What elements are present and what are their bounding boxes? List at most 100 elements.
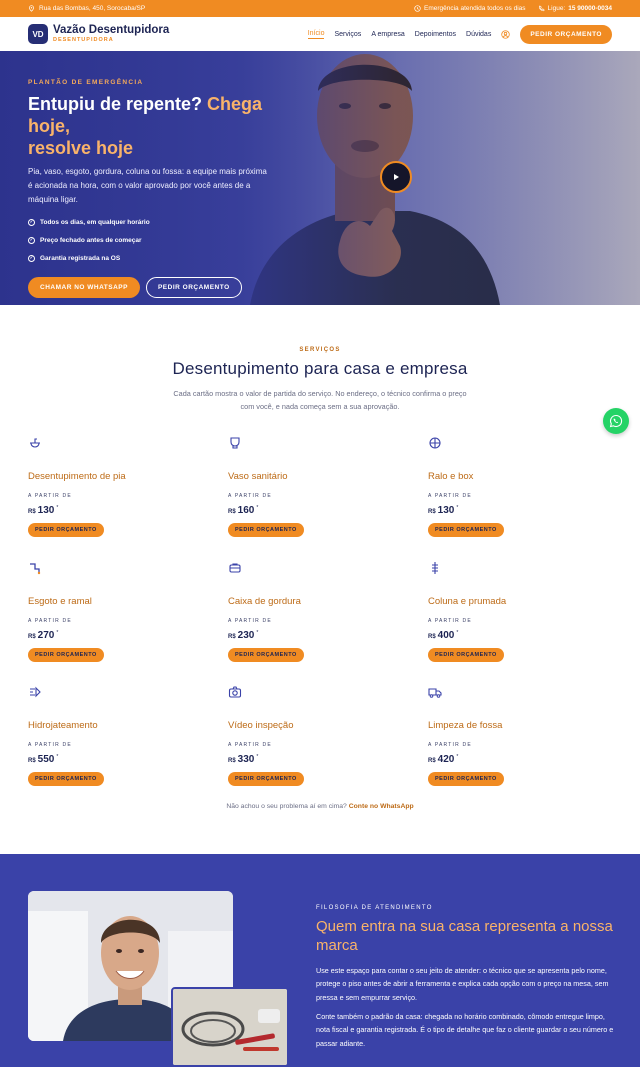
- check-circle-icon: ✓: [28, 254, 35, 262]
- price-note-mark: *: [256, 505, 259, 511]
- whatsapp-float-button[interactable]: [603, 408, 629, 434]
- emergency-info: Emergência atendida todos os dias: [414, 5, 526, 12]
- box-icon: [229, 563, 241, 573]
- play-video-button[interactable]: [380, 161, 412, 193]
- from-label: A PARTIR DE: [428, 742, 472, 748]
- whatsapp-link[interactable]: Conte no WhatsApp: [349, 803, 414, 810]
- clock-icon: [414, 5, 421, 12]
- call-label: Ligue:: [547, 5, 566, 12]
- nav-servicos[interactable]: Serviços: [334, 31, 361, 38]
- services-title: Desentupimento para casa e empresa: [172, 359, 468, 378]
- hero-quote-button[interactable]: PEDIR ORÇAMENTO: [145, 277, 242, 298]
- service-quote-button[interactable]: PEDIR ORÇAMENTO: [428, 648, 504, 662]
- brand[interactable]: Vazão Desentupidora DESENTUPIDORA: [53, 24, 170, 43]
- price-value: 550: [37, 754, 55, 765]
- drain-icon: [429, 437, 441, 449]
- hero-title: Entupiu de repente? Chega hoje, resolve …: [28, 93, 268, 159]
- check-item: ✓ Preço fechado antes de começar: [28, 236, 142, 244]
- column-icon: [432, 562, 438, 574]
- from-label: A PARTIR DE: [428, 618, 472, 624]
- hero-content: PLANTÃO DE EMERGÊNCIA Entupiu de repente…: [28, 51, 268, 298]
- check-circle-icon: ✓: [28, 218, 35, 226]
- services-section: SERVIÇOS Desentupimento para casa e empr…: [0, 305, 640, 854]
- currency: R$: [28, 758, 36, 764]
- service-quote-button[interactable]: PEDIR ORÇAMENTO: [428, 523, 504, 537]
- from-label: A PARTIR DE: [428, 493, 472, 499]
- brand-tagline: DESENTUPIDORA: [53, 36, 114, 43]
- service-price: R$ 550 *: [28, 754, 208, 765]
- currency: R$: [28, 509, 36, 515]
- service-quote-button[interactable]: PEDIR ORÇAMENTO: [28, 772, 104, 786]
- price-note-mark: *: [256, 630, 259, 636]
- check-item: ✓ Todos os dias, em qualquer horário: [28, 218, 150, 226]
- phone-number[interactable]: 15 90000-0034: [568, 5, 612, 12]
- nav-depoimentos[interactable]: Depoimentos: [415, 31, 456, 38]
- main-nav: Início Serviços A empresa Depoimentos Dú…: [307, 24, 612, 44]
- service-card: Hidrojateamento A PARTIR DE R$ 550 * PEDIR OR…: [28, 685, 208, 786]
- service-quote-button[interactable]: PEDIR ORÇAMENTO: [428, 772, 504, 786]
- price-note-mark: *: [256, 754, 259, 760]
- whatsapp-button[interactable]: CHAMAR NO WHATSAPP: [28, 277, 140, 298]
- service-title: Hidrojateamento: [28, 720, 98, 731]
- services-footer-text: Não achou o seu problema aí em cima?: [226, 803, 347, 810]
- hero-section: PLANTÃO DE EMERGÊNCIA Entupiu de repente…: [0, 51, 640, 305]
- service-price: R$ 130 *: [28, 505, 208, 516]
- service-card: Vídeo inspeção A PARTIR DE R$ 330 * PEDIR ORÇ…: [228, 685, 408, 786]
- service-title: Vídeo inspeção: [228, 720, 294, 731]
- from-label: A PARTIR DE: [228, 493, 272, 499]
- service-quote-button[interactable]: PEDIR ORÇAMENTO: [228, 772, 304, 786]
- user-icon[interactable]: [501, 29, 511, 39]
- address-text: Rua das Bombas, 450, Sorocaba/SP: [39, 5, 146, 12]
- camera-icon: [228, 686, 242, 698]
- price-note-mark: *: [56, 630, 59, 636]
- nav-a-empresa[interactable]: A empresa: [371, 31, 404, 38]
- price-value: 160: [237, 505, 255, 516]
- service-price: R$ 270 *: [28, 630, 208, 641]
- services-subtitle: Cada cartão mostra o valor de partida do…: [173, 389, 467, 411]
- brand-name: Vazão Desentupidora: [53, 24, 170, 36]
- service-title: Esgoto e ramal: [28, 596, 92, 607]
- service-quote-button[interactable]: PEDIR ORÇAMENTO: [228, 648, 304, 662]
- service-quote-button[interactable]: PEDIR ORÇAMENTO: [28, 648, 104, 662]
- service-quote-button[interactable]: PEDIR ORÇAMENTO: [228, 523, 304, 537]
- price-note-mark: *: [456, 505, 459, 511]
- service-price: R$ 130 *: [428, 505, 608, 516]
- nav-duvidas[interactable]: Dúvidas: [466, 31, 491, 38]
- service-card: Esgoto e ramal A PARTIR DE R$ 270 * PEDIR ORÇ…: [28, 561, 208, 662]
- price-value: 230: [237, 630, 255, 641]
- price-value: 400: [437, 630, 455, 641]
- price-value: 420: [437, 754, 455, 765]
- hero-paragraph: Pia, vaso, esgoto, gordura, coluna ou fo…: [28, 167, 267, 204]
- logo[interactable]: VD: [28, 24, 48, 44]
- service-price: R$ 330 *: [228, 754, 408, 765]
- from-label: A PARTIR DE: [28, 493, 72, 499]
- services-footer: Não achou o seu problema aí em cima? Con…: [0, 803, 640, 810]
- service-price: R$ 420 *: [428, 754, 608, 765]
- whatsapp-icon: [609, 414, 623, 428]
- currency: R$: [228, 509, 236, 515]
- about-section: FILOSOFIA DE ATENDIMENTO Quem entra na s…: [0, 854, 640, 1067]
- service-title: Ralo e box: [428, 471, 474, 482]
- about-title: Quem entra na sua casa representa a noss…: [316, 918, 613, 954]
- hero-checklist: ✓ Todos os dias, em qualquer horário ✓ Pre…: [28, 213, 268, 267]
- service-title: Vaso sanitário: [228, 471, 288, 482]
- phone-link[interactable]: Ligue: 15 90000-0034: [538, 5, 612, 12]
- service-card: Limpeza de fossa A PARTIR DE R$ 420 * PEDIR O…: [428, 685, 608, 786]
- nav-inicio[interactable]: Início: [307, 30, 325, 39]
- pipe-icon: [30, 563, 41, 575]
- price-value: 270: [37, 630, 55, 641]
- header-quote-button[interactable]: PEDIR ORÇAMENTO: [520, 24, 612, 44]
- about-paragraph-2: Conte também o padrão da casa: chegada n…: [316, 1012, 614, 1048]
- currency: R$: [428, 634, 436, 640]
- sink-icon: [30, 438, 40, 448]
- top-bar: Rua das Bombas, 450, Sorocaba/SP Emergên…: [0, 0, 640, 17]
- price-note-mark: *: [456, 630, 459, 636]
- price-note-mark: *: [456, 754, 459, 760]
- price-note-mark: *: [56, 505, 59, 511]
- service-title: Coluna e prumada: [428, 596, 507, 607]
- service-card: Ralo e box A PARTIR DE R$ 130 * PEDIR ORÇAMEN…: [428, 436, 608, 537]
- tools-image: [173, 989, 287, 1065]
- currency: R$: [228, 634, 236, 640]
- hero-eyebrow: PLANTÃO DE EMERGÊNCIA: [28, 79, 144, 86]
- service-quote-button[interactable]: PEDIR ORÇAMENTO: [28, 523, 104, 537]
